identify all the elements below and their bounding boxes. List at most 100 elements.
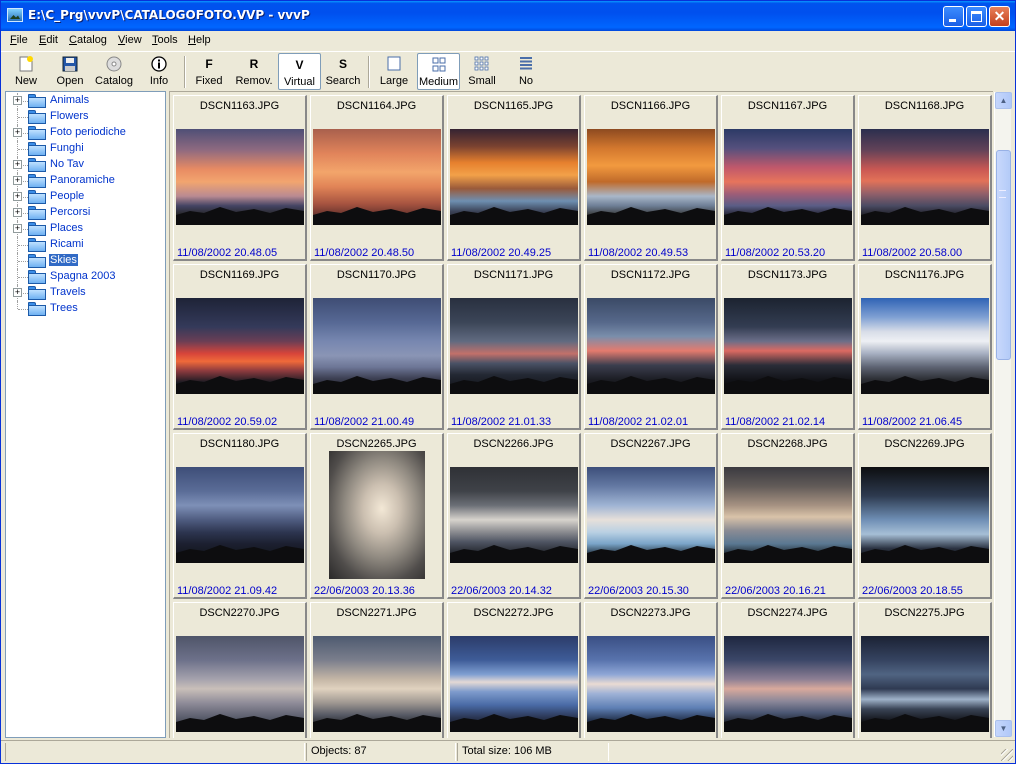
thumbnail-filename: DSCN2268.JPG [747, 438, 828, 450]
tree-item-label: Trees [50, 302, 78, 314]
scroll-thumb[interactable] [996, 150, 1011, 360]
thumbnail-card[interactable]: DSCN1180.JPG 11/08/2002 21.09.42 [173, 433, 307, 599]
horizon-silhouette [724, 207, 852, 225]
horizon-silhouette [450, 714, 578, 732]
open-button[interactable]: Open [49, 53, 91, 90]
expand-plus-icon[interactable]: + [13, 96, 22, 105]
thumbnail-card[interactable]: DSCN1166.JPG 11/08/2002 20.49.53 [584, 95, 718, 261]
large-view-button[interactable]: Large [374, 53, 414, 90]
thumbnail-card[interactable]: DSCN1171.JPG 11/08/2002 21.01.33 [447, 264, 581, 430]
tree-item-trees[interactable]: Trees [6, 301, 164, 317]
medium-view-button[interactable]: Medium [417, 53, 460, 90]
thumbnail-date: 11/08/2002 20.53.20 [725, 247, 826, 259]
menu-catalog[interactable]: Catalog [69, 34, 107, 46]
tree-item-animals[interactable]: + Animals [6, 93, 164, 109]
tree-item-ricami[interactable]: Ricami [6, 237, 164, 253]
thumbnail-filename: DSCN1168.JPG [884, 100, 965, 112]
tree-connector [17, 301, 18, 309]
tree-item-no-tav[interactable]: + No Tav [6, 157, 164, 173]
list-view-icon [520, 57, 532, 70]
thumbnail-card[interactable]: DSCN2266.JPG 22/06/2003 20.14.32 [447, 433, 581, 599]
tree-item-skies[interactable]: Skies [6, 253, 164, 269]
thumbnail-filename: DSCN2266.JPG [473, 438, 554, 450]
scroll-up-button[interactable]: ▲ [995, 92, 1012, 109]
thumbnail-card[interactable]: DSCN1173.JPG 11/08/2002 21.02.14 [721, 264, 855, 430]
tree-item-label: Places [50, 222, 84, 234]
expand-plus-icon[interactable]: + [13, 128, 22, 137]
thumbnail-gallery[interactable]: DSCN1163.JPG 11/08/2002 20.48.05 DSCN1164.… [169, 91, 993, 738]
fixed-button[interactable]: F Fixed [190, 53, 228, 90]
thumbnail-card[interactable]: DSCN1170.JPG 11/08/2002 21.00.49 [310, 264, 444, 430]
thumbnail-card[interactable]: DSCN2265.JPG 22/06/2003 20.13.36 [310, 433, 444, 599]
thumbnail-card[interactable]: DSCN2268.JPG 22/06/2003 20.16.21 [721, 433, 855, 599]
maximize-button[interactable] [966, 6, 987, 27]
catalog-button[interactable]: Catalog [92, 53, 136, 90]
horizon-silhouette [861, 207, 989, 225]
resize-grip[interactable] [1001, 749, 1013, 761]
minimize-button[interactable] [943, 6, 964, 27]
expand-plus-icon[interactable]: + [13, 208, 22, 217]
tree-item-travels[interactable]: + Travels [6, 285, 164, 301]
tree-item-people[interactable]: + People [6, 189, 164, 205]
menu-edit[interactable]: Edit [39, 34, 58, 46]
folder-tree[interactable]: + Animals Flowers + Foto periodiche Funghi + No… [5, 91, 166, 738]
thumbnail-card[interactable]: DSCN1168.JPG 11/08/2002 20.58.00 [858, 95, 992, 261]
thumbnail-card[interactable]: DSCN2275.JPG [858, 602, 992, 738]
window-title: E:\C_Prg\vvvP\CATALOGOFOTO.VVP - vvvP [28, 8, 310, 22]
expand-plus-icon[interactable]: + [13, 224, 22, 233]
expand-plus-icon[interactable]: + [13, 176, 22, 185]
horizon-silhouette [861, 714, 989, 732]
thumbnail-card[interactable]: DSCN1164.JPG 11/08/2002 20.48.50 [310, 95, 444, 261]
expand-plus-icon[interactable]: + [13, 160, 22, 169]
thumbnail-card[interactable]: DSCN1169.JPG 11/08/2002 20.59.02 [173, 264, 307, 430]
thumbnail-image [176, 636, 304, 732]
thumbnail-date: 11/08/2002 21.00.49 [314, 416, 415, 428]
new-label: New [14, 75, 37, 87]
thumbnail-card[interactable]: DSCN2273.JPG [584, 602, 718, 738]
search-button[interactable]: S Search [322, 53, 364, 90]
thumbnail-card[interactable]: DSCN2267.JPG 22/06/2003 20.15.30 [584, 433, 718, 599]
thumbnail-card[interactable]: DSCN1176.JPG 11/08/2002 21.06.45 [858, 264, 992, 430]
thumbnail-image [724, 129, 852, 225]
menu-file-label: ile [16, 34, 28, 46]
thumbnail-date: 11/08/2002 20.49.25 [451, 247, 552, 259]
tree-item-foto-periodiche[interactable]: + Foto periodiche [6, 125, 164, 141]
menu-file[interactable]: File [10, 34, 28, 46]
thumbnail-card[interactable]: DSCN1167.JPG 11/08/2002 20.53.20 [721, 95, 855, 261]
folder-icon [28, 94, 46, 108]
tree-item-places[interactable]: + Places [6, 221, 164, 237]
thumbnail-card[interactable]: DSCN2271.JPG [310, 602, 444, 738]
tree-item-label: Percorsi [50, 206, 91, 218]
menu-view[interactable]: View [118, 34, 142, 46]
new-button[interactable]: New [5, 53, 47, 90]
removable-button[interactable]: R Remov. [231, 53, 277, 90]
vertical-scrollbar[interactable]: ▲ ▼ [994, 92, 1012, 737]
tree-item-spagna-2003[interactable]: Spagna 2003 [6, 269, 164, 285]
virtual-button[interactable]: V Virtual [278, 53, 321, 90]
thumbnail-card[interactable]: DSCN1172.JPG 11/08/2002 21.02.01 [584, 264, 718, 430]
info-button[interactable]: Info [138, 53, 180, 90]
thumbnail-card[interactable]: DSCN1165.JPG 11/08/2002 20.49.25 [447, 95, 581, 261]
expand-plus-icon[interactable]: + [13, 288, 22, 297]
thumbnail-card[interactable]: DSCN1163.JPG 11/08/2002 20.48.05 [173, 95, 307, 261]
tree-item-panoramiche[interactable]: + Panoramiche [6, 173, 164, 189]
thumbnail-card[interactable]: DSCN2272.JPG [447, 602, 581, 738]
scroll-down-button[interactable]: ▼ [995, 720, 1012, 737]
no-thumbnails-button[interactable]: No [506, 53, 546, 90]
tree-connector [18, 117, 28, 118]
thumbnail-card[interactable]: DSCN2270.JPG [173, 602, 307, 738]
thumbnail-card[interactable]: DSCN2274.JPG [721, 602, 855, 738]
tree-connector [18, 245, 28, 246]
thumbnail-card[interactable]: DSCN2269.JPG 22/06/2003 20.18.55 [858, 433, 992, 599]
title-bar[interactable]: E:\C_Prg\vvvP\CATALOGOFOTO.VVP - vvvP ✕ [1, 1, 1015, 31]
small-view-button[interactable]: Small [462, 53, 502, 90]
expand-plus-icon[interactable]: + [13, 192, 22, 201]
horizon-silhouette [724, 545, 852, 563]
tree-item-flowers[interactable]: Flowers [6, 109, 164, 125]
menu-help[interactable]: Help [188, 34, 211, 46]
tree-item-funghi[interactable]: Funghi [6, 141, 164, 157]
small-label: Small [468, 75, 496, 87]
close-button[interactable]: ✕ [989, 6, 1010, 27]
menu-tools[interactable]: Tools [152, 34, 178, 46]
tree-item-percorsi[interactable]: + Percorsi [6, 205, 164, 221]
